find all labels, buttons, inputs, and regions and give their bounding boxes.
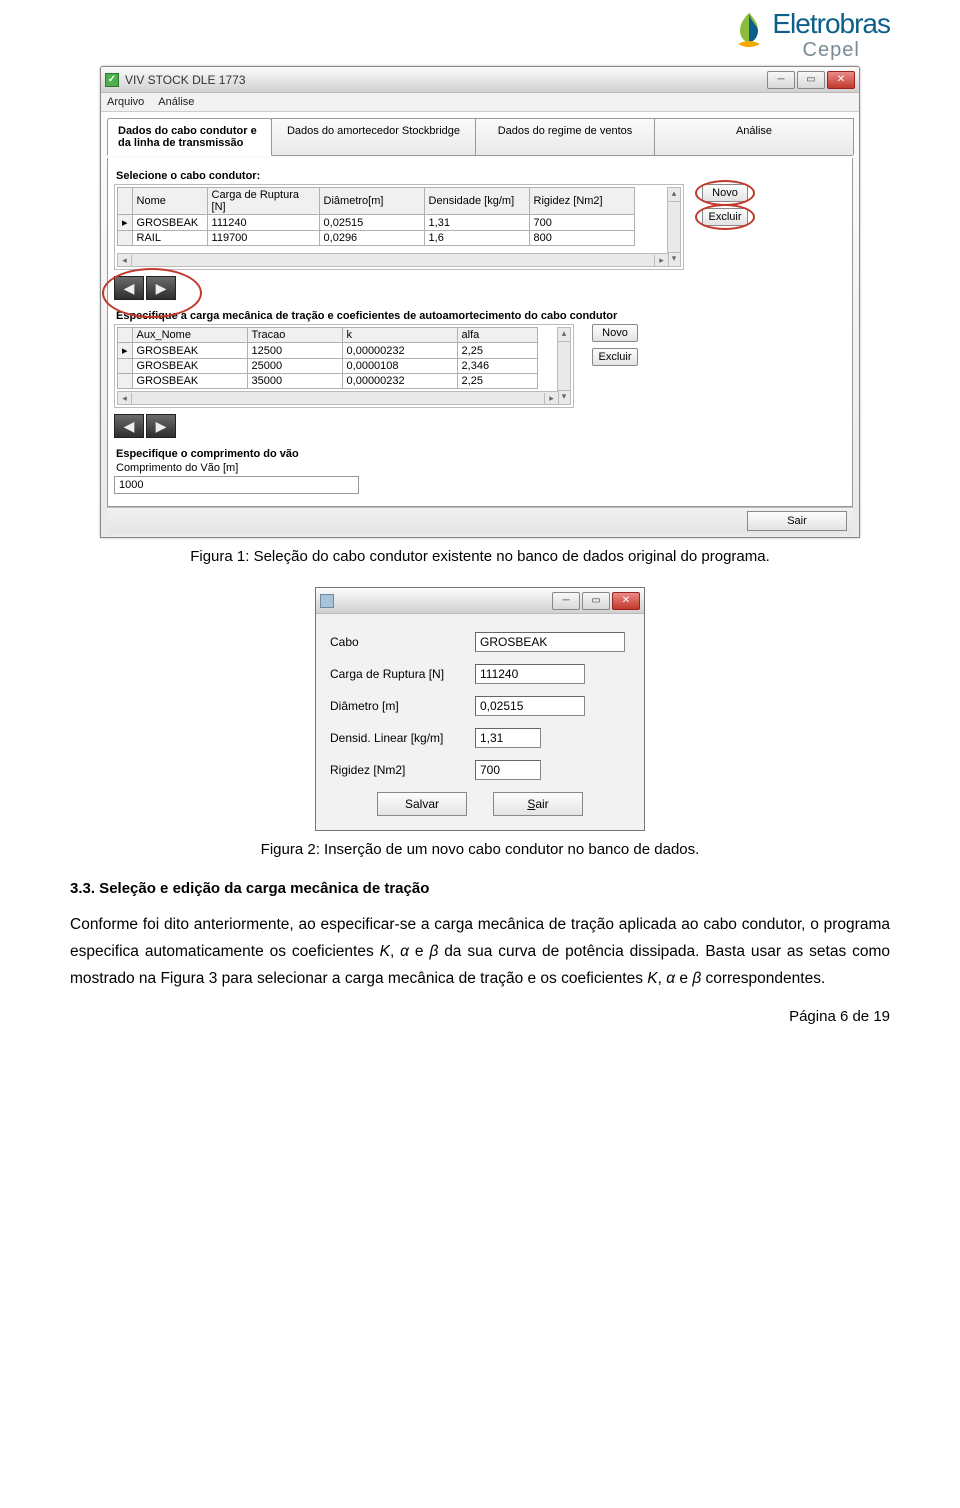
- titlebar[interactable]: VIV STOCK DLE 1773 ─ ▭ ✕: [101, 67, 859, 93]
- vscrollbar[interactable]: ▴▾: [557, 327, 571, 405]
- tab-ventos[interactable]: Dados do regime de ventos: [475, 118, 655, 155]
- novo-button[interactable]: Novo: [702, 184, 748, 202]
- grid1-h1: Carga de Ruptura [N]: [207, 188, 319, 215]
- logo-area: Eletrobras Cepel: [70, 10, 890, 60]
- rigidez-input[interactable]: [475, 760, 541, 780]
- diametro-input[interactable]: [475, 696, 585, 716]
- densid-input[interactable]: [475, 728, 541, 748]
- close-button[interactable]: ✕: [827, 71, 855, 89]
- dlg-label-densid: Densid. Linear [kg/m]: [330, 731, 475, 745]
- window-title: VIV STOCK DLE 1773: [125, 73, 767, 87]
- minimize-button[interactable]: ─: [552, 592, 580, 610]
- sair-button[interactable]: Sair: [493, 792, 583, 816]
- tab-pane: Selecione o cabo condutor: Nome Carga de…: [107, 158, 853, 507]
- maximize-button[interactable]: ▭: [797, 71, 825, 89]
- grid1-h0: Nome: [132, 188, 207, 215]
- nav-prev-icon[interactable]: ◀: [114, 276, 144, 300]
- menu-analise[interactable]: Análise: [158, 96, 194, 108]
- carga-input[interactable]: [475, 664, 585, 684]
- grid1-h4: Rigidez [Nm2]: [529, 188, 634, 215]
- table-row[interactable]: GROSBEAK 25000 0,0000108 2,346: [118, 359, 538, 374]
- maximize-button[interactable]: ▭: [582, 592, 610, 610]
- grid2-h0: Aux_Nome: [132, 328, 247, 343]
- dlg-label-carga: Carga de Ruptura [N]: [330, 667, 475, 681]
- hscrollbar[interactable]: ◂▸: [117, 391, 559, 405]
- cabo-input[interactable]: [475, 632, 625, 652]
- section-heading: 3.3. Seleção e edição da carga mecânica …: [70, 880, 890, 897]
- figure2-caption: Figura 2: Inserção de um novo cabo condu…: [70, 841, 890, 858]
- logo-icon: [732, 10, 766, 53]
- table-row[interactable]: ▸ GROSBEAK 12500 0,00000232 2,25: [118, 343, 538, 359]
- logo-brand: Eletrobras: [772, 10, 890, 38]
- page-footer: Página 6 de 19: [70, 1008, 890, 1025]
- section2-label: Especifique a carga mecânica de tração e…: [116, 310, 846, 322]
- tab-amortecedor[interactable]: Dados do amortecedor Stockbridge: [271, 118, 476, 155]
- hscrollbar[interactable]: ◂▸: [117, 253, 669, 267]
- grid1-h2: Diâmetro[m]: [319, 188, 424, 215]
- minimize-button[interactable]: ─: [767, 71, 795, 89]
- nav-prev-icon[interactable]: ◀: [114, 414, 144, 438]
- menu-arquivo[interactable]: Arquivo: [107, 96, 144, 108]
- nav-arrows-2: ◀ ▶: [114, 414, 846, 438]
- grid2-h2: k: [342, 328, 457, 343]
- table-row[interactable]: GROSBEAK 35000 0,00000232 2,25: [118, 374, 538, 389]
- novo-button-2[interactable]: Novo: [592, 324, 638, 342]
- span-input[interactable]: [114, 476, 359, 494]
- logo-sub: Cepel: [772, 40, 890, 60]
- dialog-window-icon: [320, 594, 334, 608]
- tab-analise[interactable]: Análise: [654, 118, 854, 155]
- dlg-label-cabo: Cabo: [330, 635, 475, 649]
- grid2-h3: alfa: [457, 328, 537, 343]
- body-paragraph: Conforme foi dito anteriormente, ao espe…: [70, 911, 890, 992]
- menubar: Arquivo Análise: [101, 93, 859, 112]
- grid2-area[interactable]: Aux_Nome Tracao k alfa ▸ GROSBEAK 12500 …: [114, 324, 574, 408]
- logo-text: Eletrobras Cepel: [772, 10, 890, 60]
- dialog-titlebar[interactable]: ─ ▭ ✕: [316, 588, 644, 614]
- tab-dados-cabo[interactable]: Dados do cabo condutor e da linha de tra…: [107, 118, 272, 156]
- nav-arrows-1: ◀ ▶: [114, 276, 846, 300]
- salvar-button[interactable]: Salvar: [377, 792, 467, 816]
- grid2-h1: Tracao: [247, 328, 342, 343]
- logo: Eletrobras Cepel: [732, 10, 890, 60]
- app-check-icon: [105, 73, 119, 87]
- figure1-window: VIV STOCK DLE 1773 ─ ▭ ✕ Arquivo Análise…: [100, 66, 860, 538]
- traction-grid[interactable]: Aux_Nome Tracao k alfa ▸ GROSBEAK 12500 …: [117, 327, 538, 389]
- cable-grid[interactable]: Nome Carga de Ruptura [N] Diâmetro[m] De…: [117, 187, 635, 246]
- grid1-h3: Densidade [kg/m]: [424, 188, 529, 215]
- excluir-button-2[interactable]: Excluir: [592, 348, 638, 366]
- tabstrip: Dados do cabo condutor e da linha de tra…: [107, 118, 853, 156]
- sair-button[interactable]: Sair: [747, 511, 847, 531]
- figure2-dialog: ─ ▭ ✕ Cabo Carga de Ruptura [N] Diâmetro…: [315, 587, 645, 831]
- window-buttons: ─ ▭ ✕: [767, 71, 855, 89]
- figure1-caption: Figura 1: Seleção do cabo condutor exist…: [70, 548, 890, 565]
- table-row[interactable]: ▸ GROSBEAK 111240 0,02515 1,31 700: [118, 215, 635, 231]
- vscrollbar[interactable]: ▴▾: [667, 187, 681, 267]
- footer-bar: Sair: [107, 507, 853, 533]
- nav-next-icon[interactable]: ▶: [146, 276, 176, 300]
- section3-label: Especifique o comprimento do vão: [116, 448, 846, 460]
- close-button[interactable]: ✕: [612, 592, 640, 610]
- excluir-button[interactable]: Excluir: [702, 208, 748, 226]
- table-row[interactable]: RAIL 119700 0,0296 1,6 800: [118, 231, 635, 246]
- dlg-label-rigidez: Rigidez [Nm2]: [330, 763, 475, 777]
- dlg-label-diametro: Diâmetro [m]: [330, 699, 475, 713]
- grid1-area[interactable]: Nome Carga de Ruptura [N] Diâmetro[m] De…: [114, 184, 684, 270]
- span-label: Comprimento do Vão [m]: [116, 462, 846, 474]
- nav-next-icon[interactable]: ▶: [146, 414, 176, 438]
